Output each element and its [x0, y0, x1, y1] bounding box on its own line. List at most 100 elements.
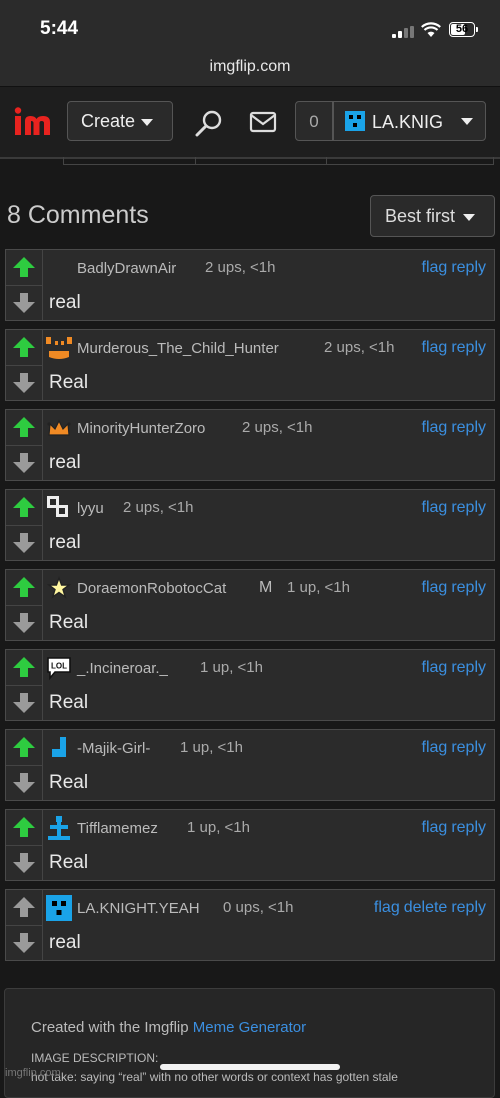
imgflip-logo-icon[interactable]: [14, 107, 54, 137]
comment-meta: 2 ups, <1h: [205, 259, 276, 276]
comment-item: lyyu 2 ups, <1h flag reply real: [5, 489, 495, 561]
reply-link[interactable]: reply: [451, 899, 486, 916]
wifi-icon: [421, 22, 441, 37]
flag-link[interactable]: flag: [422, 579, 448, 596]
comment-item: MinorityHunterZoro 2 ups, <1h flag reply …: [5, 409, 495, 481]
vote-controls: [6, 410, 43, 480]
created-with-label: Created with the Imgflip: [31, 1019, 189, 1036]
comment-item: Tifflamemez 1 up, <1h flag reply Real: [5, 809, 495, 881]
flag-link[interactable]: flag: [422, 739, 448, 756]
upvote-arrow-icon[interactable]: [12, 335, 36, 359]
reply-link[interactable]: reply: [451, 579, 486, 596]
comment-text: real: [49, 532, 81, 553]
downvote-arrow-icon[interactable]: [12, 371, 36, 395]
downvote-arrow-icon[interactable]: [12, 851, 36, 875]
username: LA.KNIG: [372, 112, 444, 132]
vote-controls: [6, 330, 43, 400]
reply-link[interactable]: reply: [451, 819, 486, 836]
comment-meta: 2 ups, <1h: [242, 419, 313, 436]
upvote-arrow-icon[interactable]: [12, 815, 36, 839]
upvote-arrow-icon[interactable]: [12, 575, 36, 599]
sort-select[interactable]: Best first: [370, 195, 495, 237]
comment-meta: 2 ups, <1h: [324, 339, 395, 356]
comment-item: BadlyDrawnAir 2 ups, <1h flag reply real: [5, 249, 495, 321]
cellular-signal-icon: [392, 26, 414, 38]
blue-cross-icon[interactable]: [46, 815, 72, 841]
comment-item: DoraemonRobotocCat M 1 up, <1h flag reply…: [5, 569, 495, 641]
upvote-arrow-icon[interactable]: [12, 655, 36, 679]
mail-icon[interactable]: [249, 111, 277, 133]
comment-meta: 1 up, <1h: [180, 739, 243, 756]
blue-pixel-icon[interactable]: [46, 735, 72, 761]
comment-username[interactable]: -Majik-Girl-: [77, 740, 150, 757]
flag-link[interactable]: flag: [422, 819, 448, 836]
upvote-arrow-icon[interactable]: [12, 415, 36, 439]
flag-link[interactable]: flag: [422, 499, 448, 516]
battery-tip: [476, 27, 478, 32]
reply-link[interactable]: reply: [451, 339, 486, 356]
flag-link[interactable]: flag: [422, 419, 448, 436]
home-indicator[interactable]: [160, 1064, 340, 1070]
downvote-arrow-icon[interactable]: [12, 291, 36, 315]
reply-link[interactable]: reply: [451, 739, 486, 756]
comment-actions: flag reply: [418, 579, 486, 597]
vote-controls: [6, 810, 43, 880]
comment-username[interactable]: BadlyDrawnAir: [77, 260, 176, 277]
notification-count[interactable]: 0: [295, 101, 333, 141]
comment-username[interactable]: Murderous_The_Child_Hunter: [77, 340, 279, 357]
downvote-arrow-icon[interactable]: [12, 691, 36, 715]
imgflip-watermark: imgflip.com: [5, 1067, 61, 1079]
comment-item: -Majik-Girl- 1 up, <1h flag reply Real: [5, 729, 495, 801]
comment-username[interactable]: Tifflamemez: [77, 820, 158, 837]
reply-link[interactable]: reply: [451, 659, 486, 676]
reply-link[interactable]: reply: [451, 419, 486, 436]
upvote-arrow-icon[interactable]: [12, 735, 36, 759]
vote-controls: [6, 570, 43, 640]
comment-username[interactable]: MinorityHunterZoro: [77, 420, 205, 437]
user-menu-button[interactable]: LA.KNIG: [333, 101, 486, 141]
comment-username[interactable]: LA.KNIGHT.YEAH: [77, 900, 200, 917]
search-icon[interactable]: [195, 109, 223, 137]
flag-link[interactable]: flag: [422, 339, 448, 356]
downvote-arrow-icon[interactable]: [12, 451, 36, 475]
lol-speech-icon[interactable]: LOL: [46, 655, 72, 681]
comment-text: real: [49, 932, 81, 953]
upvote-arrow-icon[interactable]: [12, 495, 36, 519]
comment-username[interactable]: lyyu: [77, 500, 104, 517]
comment-item: LOL _.Incineroar._ 1 up, <1h flag reply R…: [5, 649, 495, 721]
battery-icon: 56: [449, 22, 475, 37]
reply-link[interactable]: reply: [451, 259, 486, 276]
browser-url-bar[interactable]: imgflip.com: [0, 48, 500, 87]
vote-controls: [6, 730, 43, 800]
flag-link[interactable]: flag: [374, 899, 400, 916]
star-icon[interactable]: [46, 575, 72, 601]
crown-icon[interactable]: [46, 415, 72, 441]
upvote-arrow-icon[interactable]: [12, 255, 36, 279]
comment-actions: flag delete reply: [370, 899, 486, 917]
delete-link[interactable]: delete: [404, 899, 448, 916]
comment-meta: 1 up, <1h: [200, 659, 263, 676]
upvote-arrow-icon[interactable]: [12, 895, 36, 919]
orange-face-icon[interactable]: [46, 335, 72, 361]
comments-count-title: 8 Comments: [7, 201, 149, 229]
comment-text: real: [49, 292, 81, 313]
pixel-block-icon[interactable]: [46, 495, 72, 521]
downvote-arrow-icon[interactable]: [12, 611, 36, 635]
comment-actions: flag reply: [418, 259, 486, 277]
flag-link[interactable]: flag: [422, 259, 448, 276]
meme-generator-link[interactable]: Meme Generator: [193, 1019, 306, 1036]
reply-link[interactable]: reply: [451, 499, 486, 516]
blue-face-icon[interactable]: [46, 895, 72, 921]
image-description-label: IMAGE DESCRIPTION:: [31, 1051, 159, 1065]
downvote-arrow-icon[interactable]: [12, 771, 36, 795]
downvote-arrow-icon[interactable]: [12, 931, 36, 955]
comment-username[interactable]: _.Incineroar._: [77, 660, 168, 677]
comment-text: real: [49, 452, 81, 473]
comment-username[interactable]: DoraemonRobotocCat: [77, 580, 226, 597]
comment-meta: 1 up, <1h: [287, 579, 350, 596]
downvote-arrow-icon[interactable]: [12, 531, 36, 555]
comment-meta: 1 up, <1h: [187, 819, 250, 836]
comment-text: Real: [49, 852, 89, 873]
flag-link[interactable]: flag: [422, 659, 448, 676]
create-button[interactable]: Create: [67, 101, 173, 141]
